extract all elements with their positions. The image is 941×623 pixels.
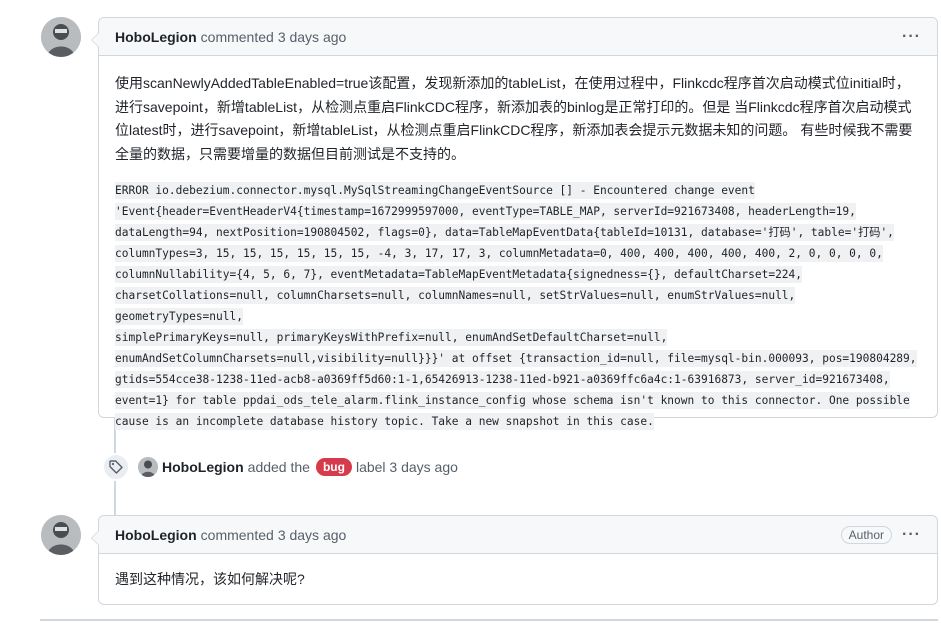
author-badge: Author	[840, 525, 893, 544]
code-line: columnNullability={4, 5, 6, 7}, eventMet…	[115, 266, 803, 283]
comment-timestamp-link[interactable]: 3 days ago	[278, 29, 347, 45]
comment-paragraph: 使用scanNewlyAddedTableEnabled=true该配置，发现新…	[115, 75, 913, 162]
code-line: simplePrimaryKeys=null, primaryKeysWithP…	[115, 329, 668, 346]
comment-box: HoboLegion commented 3 days ago ··· 使用sc…	[91, 17, 938, 430]
comment-body: 使用scanNewlyAddedTableEnabled=true该配置，发现新…	[99, 56, 937, 448]
event-text-after: label 3 days ago	[355, 459, 458, 475]
code-line: columnTypes=3, 15, 15, 15, 15, 15, 15, -…	[115, 245, 883, 262]
comment-header: HoboLegion commented 3 days ago ···	[99, 18, 937, 56]
avatar[interactable]	[41, 515, 81, 555]
comment-author-link[interactable]: HoboLegion	[115, 29, 197, 45]
comment-author-link[interactable]: HoboLegion	[115, 527, 197, 543]
avatar[interactable]	[41, 17, 81, 57]
comment-body: 遇到这种情况，该如何解决呢?	[99, 554, 937, 608]
label-event: HoboLegion added the bug label 3 days ag…	[102, 452, 458, 482]
code-block: ERROR io.debezium.connector.mysql.MySqlS…	[115, 180, 921, 432]
code-line: enumAndSetColumnCharsets=null,visibility…	[115, 350, 917, 367]
code-line: event=1} for table ppdai_ods_tele_alarm.…	[115, 392, 910, 409]
avatar-image	[41, 17, 81, 57]
avatar[interactable]	[138, 457, 158, 477]
code-line: gtids=554cce38-1238-11ed-acb8-a0369ff5d6…	[115, 371, 890, 388]
avatar-image	[138, 457, 158, 477]
code-line: 'Event{header=EventHeaderV4{timestamp=16…	[115, 203, 856, 220]
kebab-menu-icon[interactable]: ···	[902, 28, 921, 45]
comment-header: HoboLegion commented 3 days ago Author ·…	[99, 516, 937, 554]
comment-verb: commented	[200, 28, 274, 45]
avatar-image	[41, 515, 81, 555]
tag-icon	[102, 453, 130, 481]
code-line: charsetCollations=null, columnCharsets=n…	[115, 287, 796, 325]
divider	[40, 619, 938, 621]
comment-timestamp-link[interactable]: 3 days ago	[278, 527, 347, 543]
comment-text: 遇到这种情况，该如何解决呢?	[115, 571, 305, 587]
comment-box: HoboLegion commented 3 days ago Author ·…	[91, 515, 938, 608]
event-text: added the	[247, 459, 310, 475]
event-author-link[interactable]: HoboLegion	[162, 459, 244, 475]
code-line: ERROR io.debezium.connector.mysql.MySqlS…	[115, 182, 755, 199]
code-line: cause is an incomplete database history …	[115, 413, 654, 430]
comment-verb: commented	[200, 526, 274, 543]
kebab-menu-icon[interactable]: ···	[902, 526, 921, 543]
bug-label[interactable]: bug	[315, 458, 352, 476]
code-line: dataLength=94, nextPosition=190804502, f…	[115, 224, 894, 241]
